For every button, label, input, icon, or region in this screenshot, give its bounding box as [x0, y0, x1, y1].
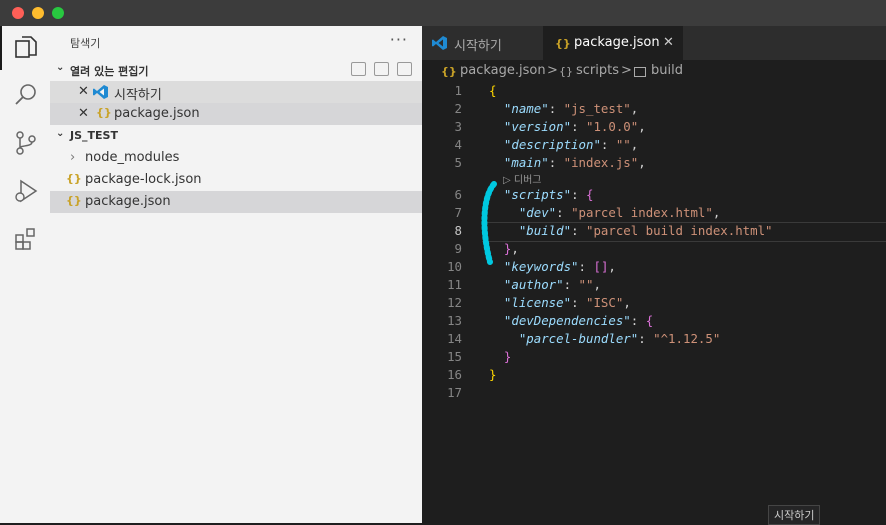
project-section[interactable]: ⌄ JS_TEST: [50, 125, 422, 147]
editor-tabs: 시작하기 {} package.json ✕: [422, 26, 886, 60]
line-number: 1: [454, 83, 462, 98]
breadcrumb-leaf[interactable]: build: [651, 63, 683, 78]
annotation-mark: [481, 181, 497, 265]
code-line: "devDependencies": {: [503, 313, 654, 328]
project-title: JS_TEST: [70, 129, 118, 142]
chevron-right-icon: ›: [70, 150, 76, 165]
code-line: "version": "1.0.0",: [503, 119, 646, 134]
line-number: 7: [454, 205, 462, 220]
line-number: 11: [447, 277, 462, 292]
line-number: 16: [447, 367, 462, 382]
open-editors-title: 열려 있는 편집기: [70, 65, 149, 78]
json-file-icon: {}: [441, 65, 457, 78]
section-actions: [343, 62, 412, 79]
code-line: "author": "",: [503, 277, 601, 292]
json-file-icon: {}: [66, 194, 82, 207]
vscode-logo-icon: [432, 36, 447, 50]
extensions-icon[interactable]: [13, 226, 39, 252]
tree-item-node-modules[interactable]: › node_modules: [50, 147, 422, 169]
open-editors-section[interactable]: ⌄ 열려 있는 편집기: [50, 59, 422, 81]
line-number: 14: [447, 331, 462, 346]
line-number: 3: [454, 119, 462, 134]
active-indicator: [0, 26, 2, 70]
line-number: 2: [454, 101, 462, 116]
run-debug-icon[interactable]: [13, 178, 39, 204]
json-file-icon: {}: [66, 172, 82, 185]
breadcrumb-section[interactable]: scripts: [576, 63, 619, 78]
tab-label: package.json: [574, 35, 660, 50]
json-file-icon: {}: [96, 106, 112, 119]
breadcrumb-separator: >: [547, 63, 558, 78]
debug-codelens[interactable]: ▷ 디버그: [503, 171, 541, 186]
tree-item-label: package.json: [85, 194, 171, 209]
close-window-button[interactable]: [12, 7, 24, 19]
maximize-window-button[interactable]: [52, 7, 64, 19]
code-line: }: [489, 367, 497, 382]
code-line: "keywords": [],: [503, 259, 616, 274]
codelens-label: 디버그: [513, 175, 542, 186]
close-icon[interactable]: ✕: [78, 106, 89, 121]
breadcrumb-file[interactable]: package.json: [460, 63, 546, 78]
string-symbol-icon: [634, 67, 646, 77]
vscode-logo-icon: [93, 85, 108, 99]
open-editor-label: package.json: [114, 106, 200, 121]
search-icon[interactable]: [13, 82, 39, 108]
save-all-icon[interactable]: [374, 62, 389, 76]
line-number: 5: [454, 155, 462, 170]
explorer-title: 탐색기: [70, 37, 101, 50]
breadcrumb: {} package.json > {} scripts > build: [422, 60, 886, 82]
code-line: "dev": "parcel index.html",: [518, 205, 721, 220]
line-number: 17: [447, 385, 462, 400]
line-number: 6: [454, 187, 462, 202]
explorer-sidebar: 탐색기 ··· ⌄ 열려 있는 편집기 ✕ 시작하기 ✕ {} package.…: [50, 26, 422, 523]
breadcrumb-separator: >: [621, 63, 632, 78]
chevron-down-icon: ⌄: [56, 128, 65, 139]
line-number: 8: [454, 223, 462, 238]
code-line: }: [503, 349, 512, 364]
code-line: "license": "ISC",: [503, 295, 631, 310]
line-number: 10: [447, 259, 462, 274]
tab-label: 시작하기: [454, 39, 502, 54]
minimize-window-button[interactable]: [32, 7, 44, 19]
title-bar: [0, 0, 886, 26]
code-line: "main": "index.js",: [503, 155, 646, 170]
close-all-icon[interactable]: [397, 62, 412, 76]
code-line: "build": "parcel build index.html": [518, 223, 773, 238]
tree-item-package-json[interactable]: {} package.json: [50, 191, 422, 213]
object-symbol-icon: {}: [559, 65, 573, 78]
json-file-icon: {}: [555, 37, 571, 50]
code-line: "name": "js_test",: [503, 101, 639, 116]
open-editor-item-getting-started[interactable]: ✕ 시작하기: [50, 81, 422, 103]
code-line: "description": "",: [503, 137, 639, 152]
code-line: "parcel-bundler": "^1.12.5": [518, 331, 721, 346]
tab-getting-started[interactable]: 시작하기: [422, 26, 542, 60]
open-editor-item-package-json[interactable]: ✕ {} package.json: [50, 103, 422, 125]
explorer-icon[interactable]: [13, 35, 39, 61]
tree-item-label: package-lock.json: [85, 172, 202, 187]
line-number: 12: [447, 295, 462, 310]
source-control-icon[interactable]: [13, 130, 39, 156]
code-editor[interactable]: 1 2 3 4 5 6 7 8 9 10 11 12 13 14 15 16 17 ▷ 디버그 { "name"…: [422, 82, 886, 523]
line-number: 9: [454, 241, 462, 256]
tooltip: 시작하기: [768, 505, 821, 525]
tree-item-package-lock[interactable]: {} package-lock.json: [50, 169, 422, 191]
line-number: 15: [447, 349, 462, 364]
code-line: "scripts": {: [503, 187, 594, 202]
open-editor-label: 시작하기: [114, 88, 162, 103]
tree-item-label: node_modules: [85, 150, 180, 165]
line-number: 13: [447, 313, 462, 328]
code-line: {: [489, 83, 497, 98]
new-untitled-file-icon[interactable]: [351, 62, 366, 76]
line-number: 4: [454, 137, 462, 152]
tab-package-json[interactable]: {} package.json ✕: [543, 26, 683, 60]
more-actions-button[interactable]: ···: [390, 30, 408, 49]
chevron-down-icon: ⌄: [56, 62, 65, 73]
close-icon[interactable]: ✕: [663, 35, 674, 50]
activity-bar: [0, 26, 50, 523]
close-icon[interactable]: ✕: [78, 84, 89, 99]
